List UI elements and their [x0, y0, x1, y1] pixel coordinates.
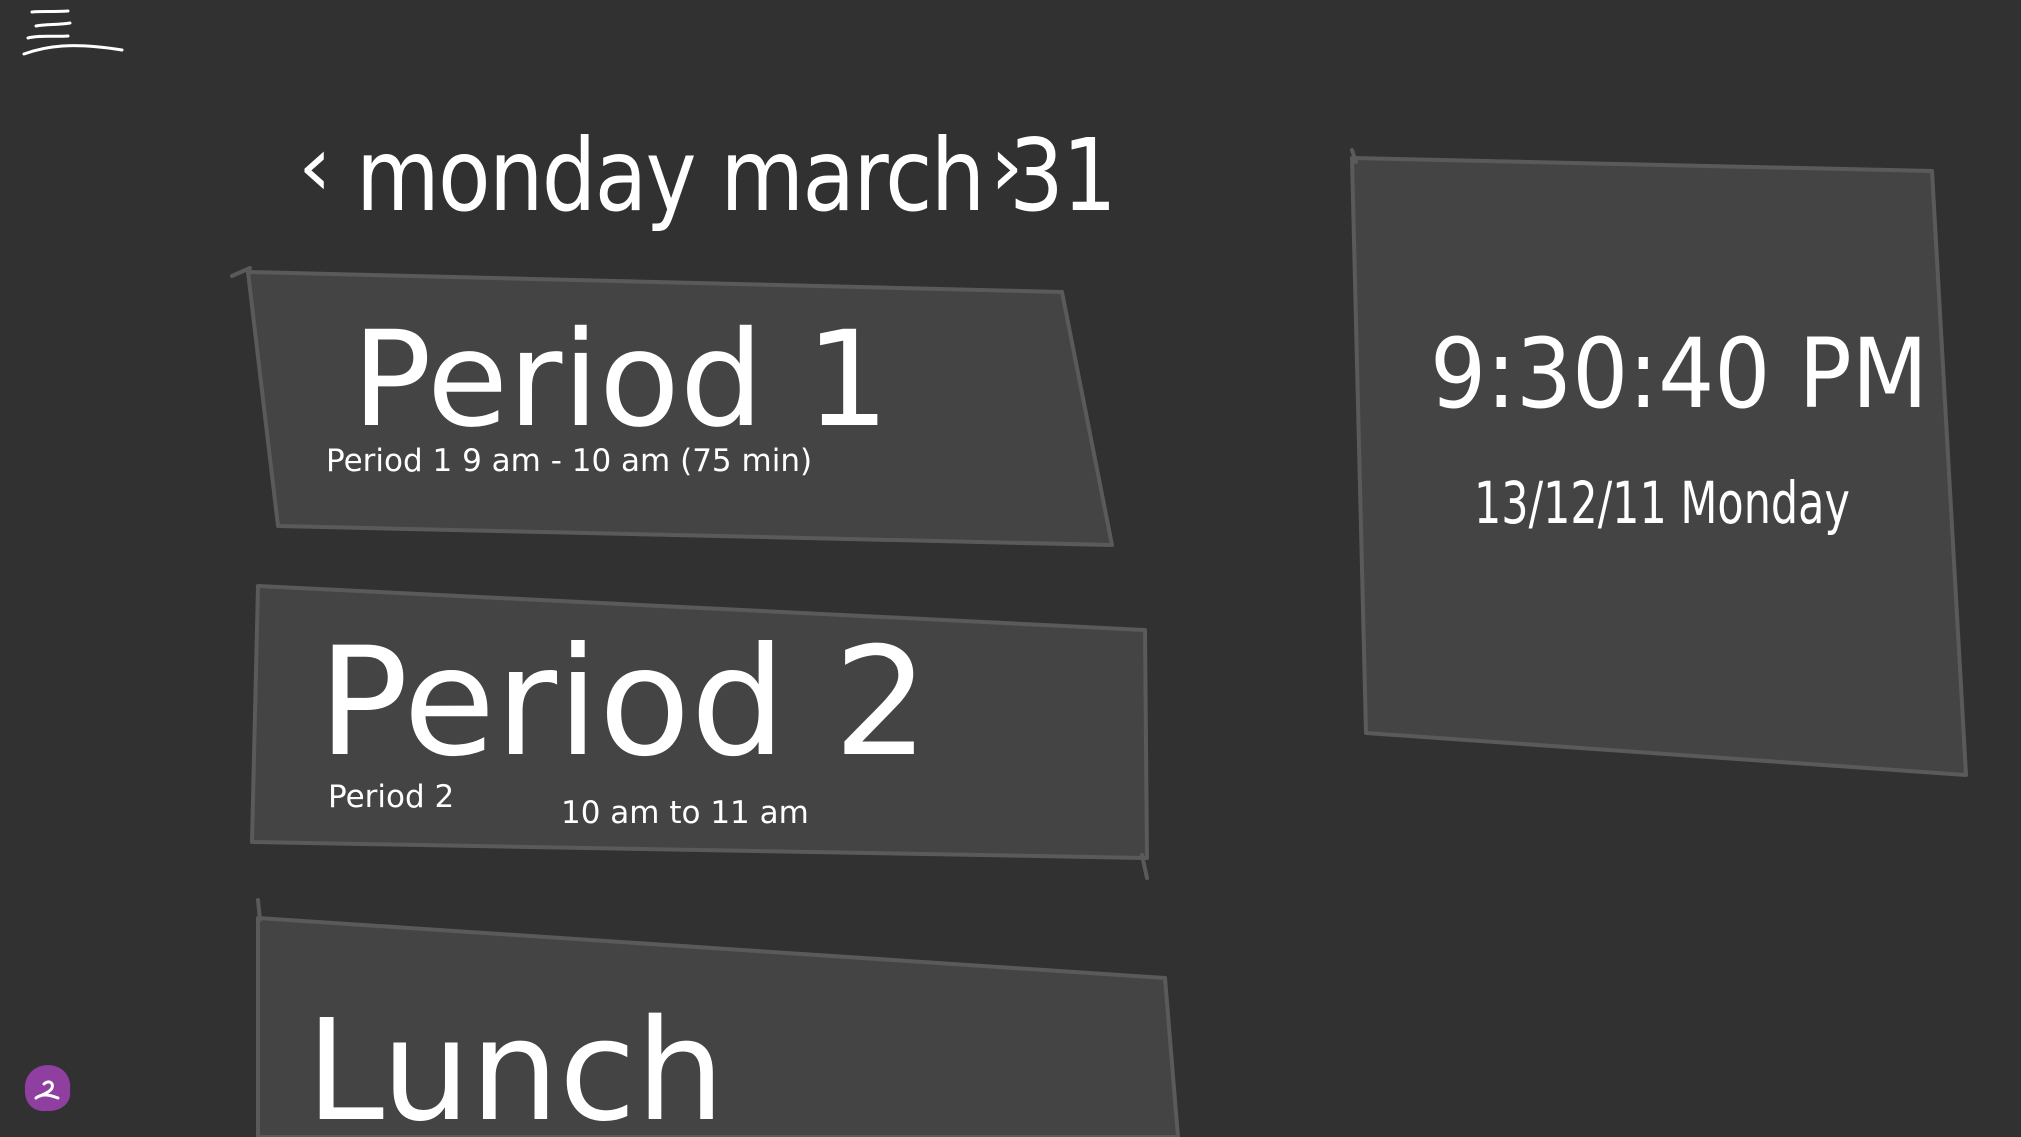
clock-card: [1350, 156, 1968, 777]
next-day-button[interactable]: ›: [990, 124, 1024, 208]
profile-badge-icon[interactable]: [22, 1062, 74, 1114]
period-2-title: Period 2: [318, 616, 929, 790]
period-2-name: Period 2: [328, 779, 455, 815]
clock-time: 9:30:40 PM: [1430, 318, 1929, 430]
period-1-title: Period 1: [352, 303, 890, 457]
clock-date: 13/12/11 Monday: [1474, 469, 1850, 537]
period-1-detail: Period 1 9 am - 10 am (75 min): [326, 443, 813, 479]
period-2-time: 10 am to 11 am: [561, 795, 809, 831]
menu-icon[interactable]: [22, 6, 126, 58]
lunch-title: Lunch: [306, 990, 725, 1137]
previous-day-button[interactable]: ‹: [298, 124, 332, 208]
